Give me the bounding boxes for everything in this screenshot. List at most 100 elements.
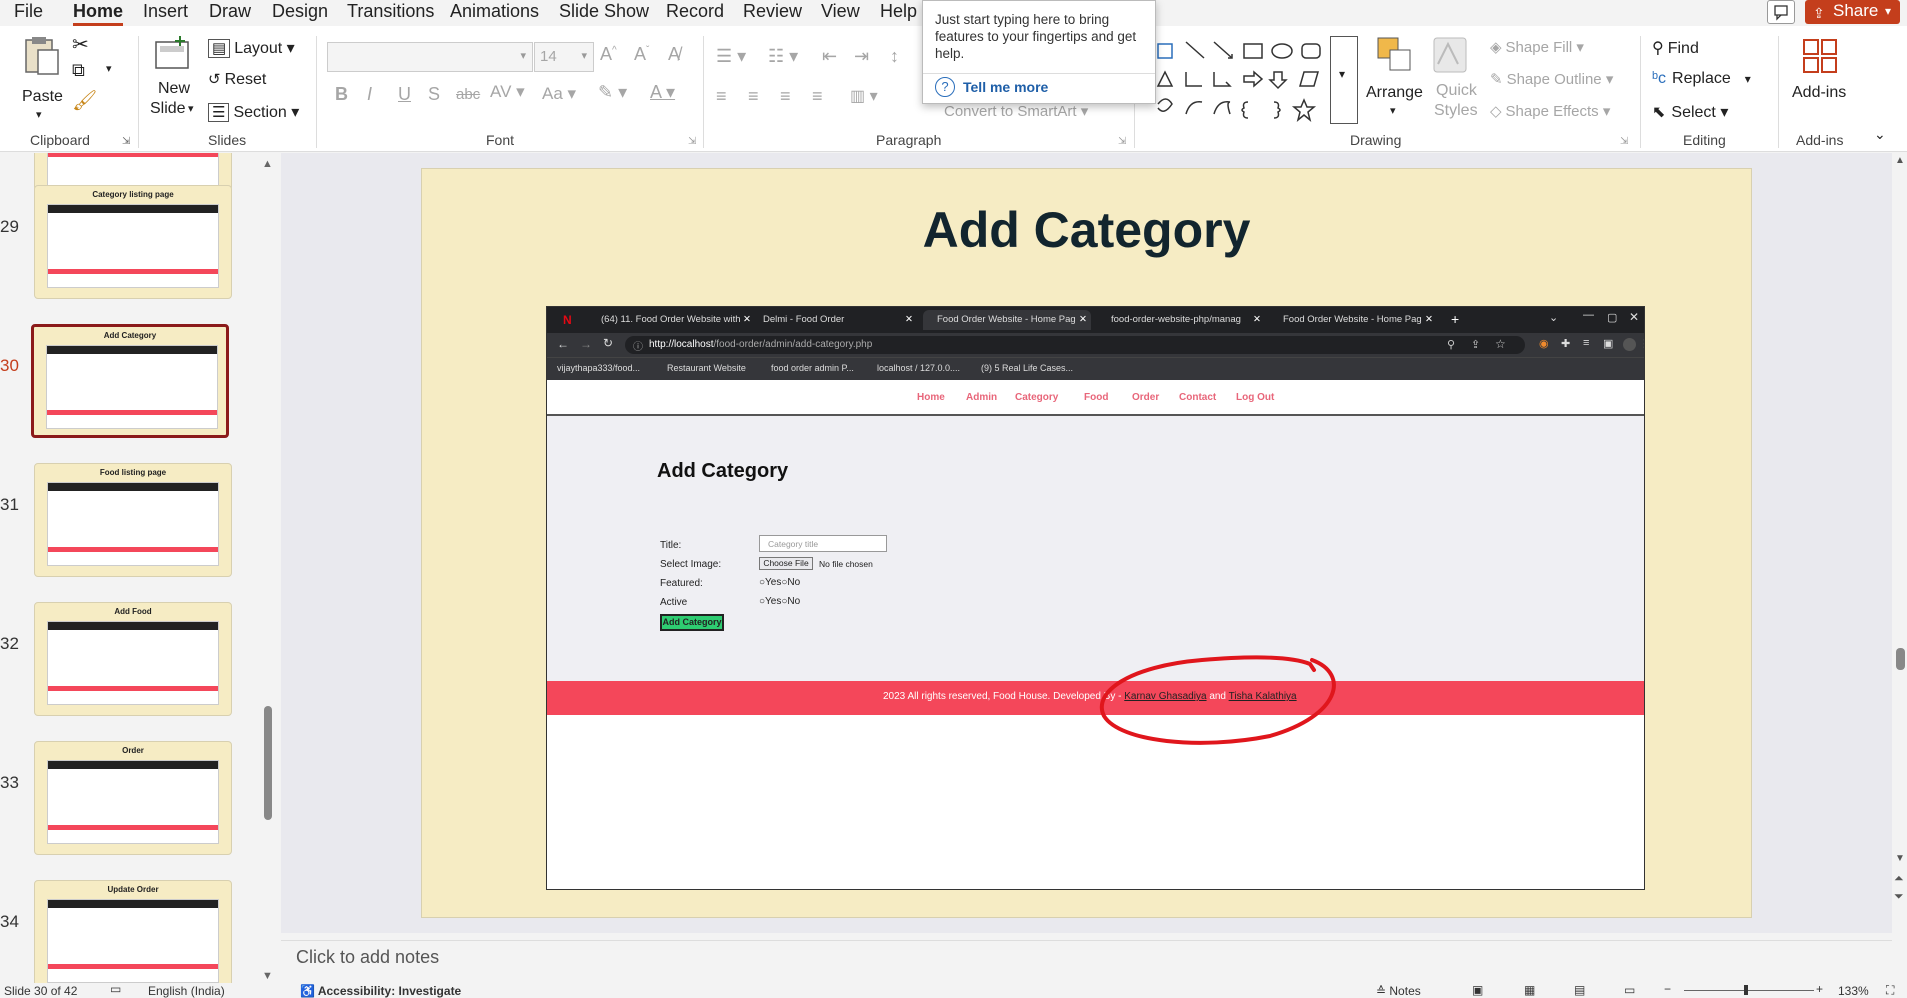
dialog-launcher-icon[interactable]: ⇲ xyxy=(122,136,130,147)
title-input[interactable]: Category title xyxy=(759,535,887,552)
slide-thumbnail[interactable]: Order xyxy=(34,741,232,855)
bookmark-item[interactable]: localhost / 127.0.0.... xyxy=(877,363,960,373)
media-icon[interactable]: ≡ xyxy=(1583,337,1589,349)
font-size-combo[interactable]: 14 ▾ xyxy=(534,42,594,72)
zoom-icon[interactable]: ⚲ xyxy=(1447,338,1455,351)
change-case-button[interactable]: Aa ▾ xyxy=(542,84,576,104)
menu-view[interactable]: View xyxy=(821,0,860,24)
notes-pane[interactable]: Click to add notes xyxy=(281,940,1892,984)
extension-icon[interactable]: ◉ xyxy=(1539,337,1549,350)
choose-file-button[interactable]: Choose File xyxy=(759,557,813,570)
spellcheck-icon[interactable]: ▭ xyxy=(110,982,121,996)
arrange-button[interactable]: Arrange ▾ xyxy=(1366,34,1423,124)
zoom-level[interactable]: 133% xyxy=(1838,984,1869,998)
replace-button[interactable]: ᵇc Replace ▾ xyxy=(1652,70,1751,88)
zoom-slider-thumb[interactable] xyxy=(1744,985,1748,995)
scrollbar-thumb[interactable] xyxy=(264,706,272,820)
zoom-slider[interactable] xyxy=(1684,985,1814,995)
find-button[interactable]: ⚲ Find xyxy=(1652,38,1699,58)
minimize-icon[interactable]: — xyxy=(1583,309,1594,321)
reading-view-icon[interactable]: ▤ xyxy=(1574,983,1585,997)
close-tab-icon[interactable]: ✕ xyxy=(1425,310,1433,330)
shape-fill-button[interactable]: ◈ Shape Fill ▾ xyxy=(1490,38,1584,56)
decrease-indent-icon[interactable]: ⇤ xyxy=(822,46,837,67)
menu-file[interactable]: File xyxy=(14,0,43,24)
slide-thumbnail[interactable]: Add Food xyxy=(34,602,232,716)
scroll-up-icon[interactable]: ▲ xyxy=(1895,155,1905,166)
bullets-icon[interactable]: ☰ ▾ xyxy=(716,46,746,67)
notes-toggle[interactable]: ≙ Notes xyxy=(1376,984,1421,998)
add-ins-button[interactable]: Add-ins xyxy=(1790,36,1850,116)
sidebar-icon[interactable]: ▣ xyxy=(1603,337,1613,350)
line-spacing-icon[interactable]: ↕ xyxy=(890,46,899,67)
shape-effects-button[interactable]: ◇ Shape Effects ▾ xyxy=(1490,102,1610,120)
increase-font-icon[interactable]: A^ xyxy=(600,44,617,65)
align-center-icon[interactable]: ≡ xyxy=(748,86,759,107)
increase-indent-icon[interactable]: ⇥ xyxy=(854,46,869,67)
tell-me-more-link[interactable]: Tell me more xyxy=(963,79,1048,95)
menu-home[interactable]: Home xyxy=(73,0,124,26)
bookmark-item[interactable]: vijaythapa333/food... xyxy=(557,363,640,373)
paste-button[interactable]: Paste ▾ xyxy=(18,34,68,124)
menu-insert[interactable]: Insert xyxy=(143,0,188,24)
browser-tab[interactable]: Food Order Website - Home Pag ✕ xyxy=(1269,310,1437,330)
quick-styles-button[interactable]: Quick Styles xyxy=(1428,34,1478,124)
font-name-combo[interactable]: ▾ xyxy=(327,42,533,72)
zoom-out-icon[interactable]: − xyxy=(1664,982,1671,996)
new-slide-button[interactable]: New Slide ▾ xyxy=(150,34,200,126)
close-icon[interactable]: ✕ xyxy=(1629,310,1639,324)
highlight-icon[interactable]: ✎ ▾ xyxy=(598,82,627,103)
menu-design[interactable]: Design xyxy=(272,0,328,24)
fit-to-window-icon[interactable]: ⛶ xyxy=(1886,983,1894,998)
forward-icon[interactable]: → xyxy=(580,337,592,351)
scrollbar-thumb[interactable] xyxy=(1896,648,1905,670)
browser-tab[interactable]: (64) 11. Food Order Website with ✕ xyxy=(587,310,755,330)
site-nav-food[interactable]: Food xyxy=(1084,392,1108,403)
accessibility-status[interactable]: ♿ Accessibility: Investigate xyxy=(300,984,461,998)
bookmark-item[interactable]: Restaurant Website xyxy=(667,363,746,373)
slide-thumbnail[interactable]: Category listing page xyxy=(34,185,232,299)
slide-title[interactable]: Add Category xyxy=(422,201,1751,259)
menu-review[interactable]: Review xyxy=(743,0,802,24)
slideshow-view-icon[interactable]: ▭ xyxy=(1624,983,1635,997)
shape-outline-button[interactable]: ✎ Shape Outline ▾ xyxy=(1490,70,1613,88)
normal-view-icon[interactable]: ▣ xyxy=(1472,983,1483,997)
menu-help[interactable]: Help xyxy=(880,0,917,24)
annotation-circle[interactable] xyxy=(1090,650,1350,750)
slide-sorter-icon[interactable]: ▦ xyxy=(1524,983,1535,997)
share-page-icon[interactable]: ⇪ xyxy=(1471,338,1480,351)
select-button[interactable]: ⬉ Select ▾ xyxy=(1652,102,1728,122)
embedded-screenshot[interactable]: N (64) 11. Food Order Website with ✕ Delmi… xyxy=(546,306,1645,890)
bookmark-item[interactable]: food order admin P... xyxy=(771,363,854,373)
previous-slide-icon[interactable]: ⏶ xyxy=(1894,871,1904,886)
clear-formatting-icon[interactable]: A̸ xyxy=(668,44,680,65)
copy-icon[interactable]: ⧉ xyxy=(72,60,85,81)
columns-icon[interactable]: ▥ ▾ xyxy=(850,86,878,106)
shapes-gallery[interactable] xyxy=(1148,34,1332,126)
close-tab-icon[interactable]: ✕ xyxy=(1079,310,1087,330)
slide-thumbnail[interactable]: Update Order xyxy=(34,880,232,983)
dialog-launcher-icon[interactable]: ⇲ xyxy=(1620,136,1628,147)
italic-button[interactable]: I xyxy=(367,84,372,105)
bookmark-item[interactable]: (9) 5 Real Life Cases... xyxy=(981,363,1073,373)
decrease-font-icon[interactable]: Aˇ xyxy=(634,44,649,65)
shadow-button[interactable]: S xyxy=(428,84,440,105)
layout-button[interactable]: ▤ Layout ▾ xyxy=(208,38,295,58)
site-nav-admin[interactable]: Admin xyxy=(966,392,997,403)
dialog-launcher-icon[interactable]: ⇲ xyxy=(688,136,696,147)
menu-record[interactable]: Record xyxy=(666,0,724,24)
bold-button[interactable]: B xyxy=(335,84,348,105)
reset-button[interactable]: ↺ Reset xyxy=(208,70,266,89)
new-tab-icon[interactable]: + xyxy=(1451,311,1459,327)
site-nav-contact[interactable]: Contact xyxy=(1179,392,1216,403)
tab-search-icon[interactable]: ⌄ xyxy=(1549,311,1558,324)
bookmark-star-icon[interactable]: ☆ xyxy=(1495,337,1506,351)
address-bar[interactable]: ⓘ http://localhost/food-order/admin/add-… xyxy=(625,336,1525,354)
browser-tab[interactable]: Delmi - Food Order ✕ xyxy=(749,310,917,330)
align-left-icon[interactable]: ≡ xyxy=(716,86,727,107)
close-tab-icon[interactable]: ✕ xyxy=(1253,310,1261,330)
chevron-down-icon[interactable]: ▾ xyxy=(106,62,112,75)
dialog-launcher-icon[interactable]: ⇲ xyxy=(1118,136,1126,147)
editor-scrollbar[interactable]: ▲ ▼ ⏶ ⏷ xyxy=(1894,153,1907,940)
convert-smartart-button[interactable]: Convert to SmartArt ▾ xyxy=(944,102,1088,120)
